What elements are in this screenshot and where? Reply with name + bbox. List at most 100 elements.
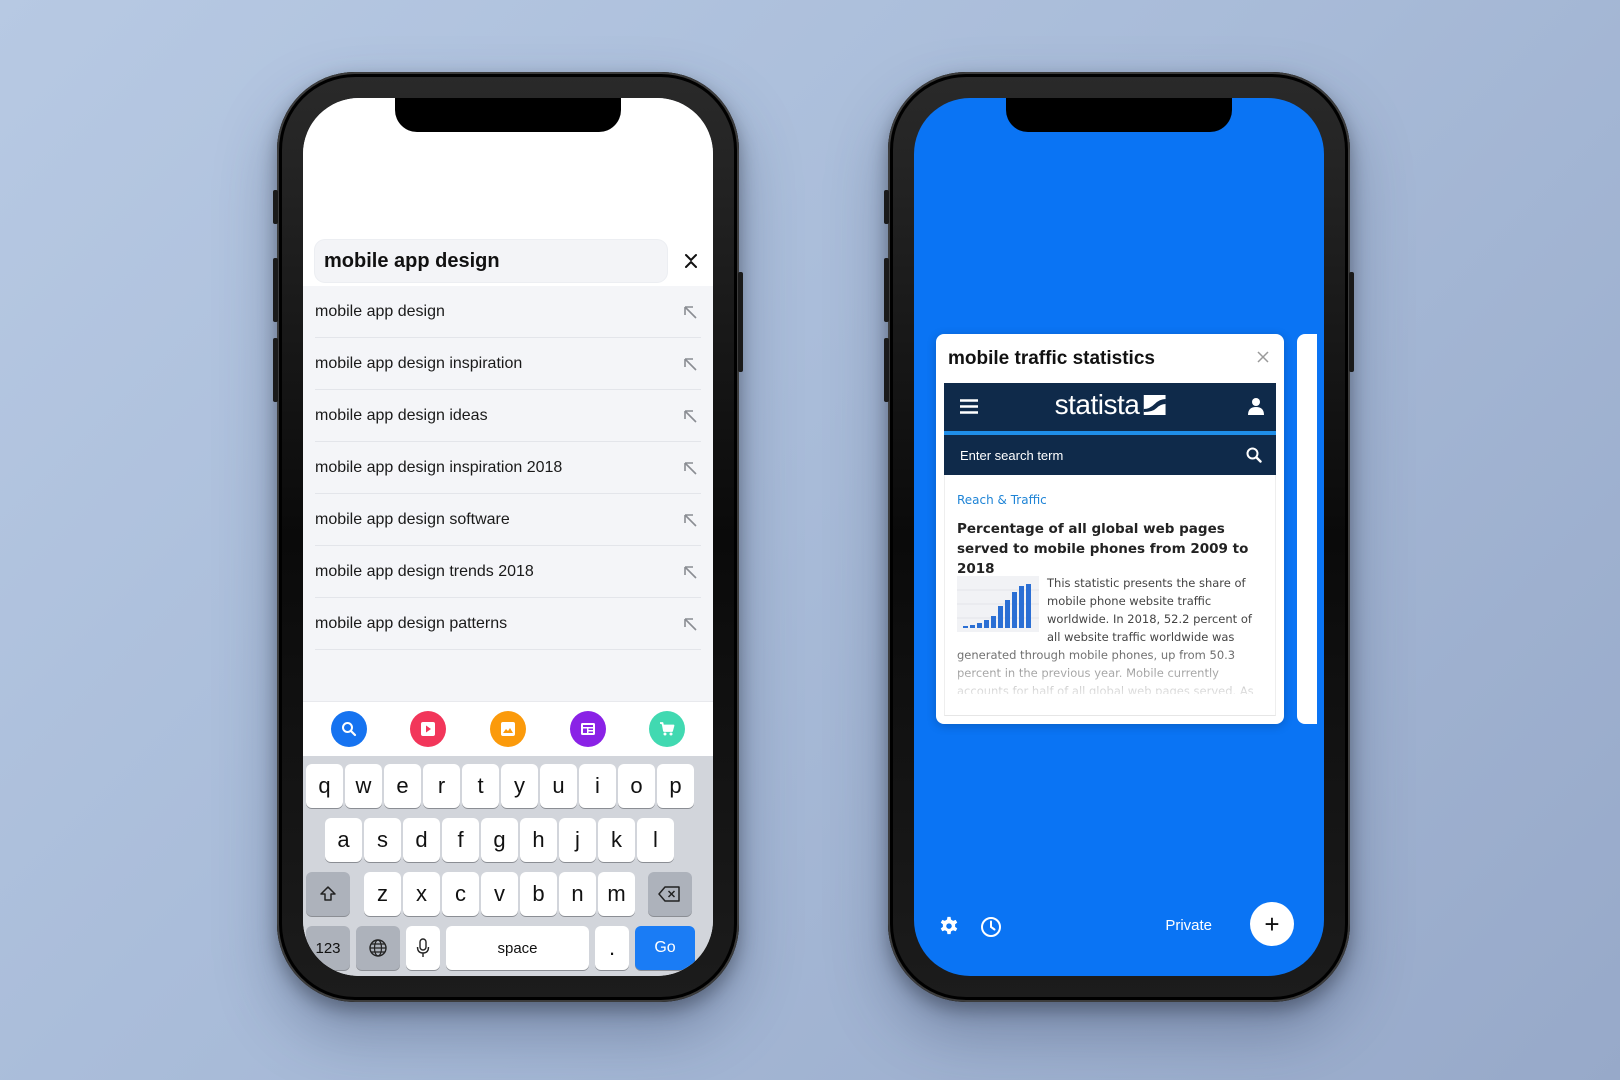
key-e[interactable]: e [384, 764, 421, 808]
globe-key[interactable] [356, 926, 400, 970]
tab-switcher-screen: mobile traffic statistics statista Enter… [914, 98, 1324, 976]
shift-icon [320, 886, 336, 901]
key-x[interactable]: x [403, 872, 440, 916]
key-g[interactable]: g [481, 818, 518, 862]
article-category: Reach & Traffic [957, 493, 1047, 507]
next-tab-card[interactable] [1297, 334, 1317, 724]
key-b[interactable]: b [520, 872, 557, 916]
key-s[interactable]: s [364, 818, 401, 862]
key-d[interactable]: d [403, 818, 440, 862]
fill-query-arrow-icon[interactable] [681, 615, 699, 633]
key-c[interactable]: c [442, 872, 479, 916]
key-h[interactable]: h [520, 818, 557, 862]
image-icon [500, 722, 515, 736]
mute-switch [884, 190, 889, 224]
notch [395, 98, 621, 132]
search-icon [341, 722, 356, 737]
key-o[interactable]: o [618, 764, 655, 808]
statista-header: statista [944, 383, 1276, 435]
period-key[interactable]: . [595, 926, 629, 970]
key-y[interactable]: y [501, 764, 538, 808]
collapse-button[interactable] [679, 248, 703, 274]
shopping-cart-icon [660, 722, 675, 736]
key-u[interactable]: u [540, 764, 577, 808]
backspace-key[interactable] [648, 872, 692, 916]
new-tab-button[interactable]: + [1250, 902, 1294, 946]
search-category-shopping[interactable] [649, 711, 686, 747]
suggestion-label: mobile app design trends 2018 [315, 562, 534, 580]
news-icon [580, 723, 595, 735]
phone-tabs: mobile traffic statistics statista Enter… [884, 72, 1354, 1002]
keyboard-row-2: a s d f g h j k l [303, 818, 713, 862]
search-icon [1246, 447, 1262, 463]
key-p[interactable]: p [657, 764, 694, 808]
statista-logo: statista [1055, 389, 1166, 421]
shift-key[interactable] [306, 872, 350, 916]
private-mode-toggle[interactable]: Private [1165, 917, 1212, 934]
bar-chart-thumbnail [957, 576, 1039, 632]
key-n[interactable]: n [559, 872, 596, 916]
side-button [1349, 272, 1354, 372]
suggestion-item[interactable]: mobile app design inspiration [315, 338, 701, 390]
key-q[interactable]: q [306, 764, 343, 808]
key-k[interactable]: k [598, 818, 635, 862]
fill-query-arrow-icon[interactable] [681, 303, 699, 321]
search-input[interactable]: mobile app design [315, 240, 667, 282]
key-w[interactable]: w [345, 764, 382, 808]
key-t[interactable]: t [462, 764, 499, 808]
space-key[interactable]: space [446, 926, 589, 970]
suggestion-item[interactable]: mobile app design patterns [315, 598, 701, 650]
suggestion-label: mobile app design [315, 302, 445, 320]
volume-up-button [884, 258, 889, 322]
fill-query-arrow-icon[interactable] [681, 511, 699, 529]
statista-search-placeholder: Enter search term [960, 447, 1064, 463]
search-category-news[interactable] [569, 711, 606, 747]
key-l[interactable]: l [637, 818, 674, 862]
tab-title: mobile traffic statistics [948, 348, 1155, 369]
go-key[interactable]: Go [635, 926, 695, 970]
settings-gear-icon[interactable] [938, 916, 960, 938]
fill-query-arrow-icon[interactable] [681, 459, 699, 477]
statista-search-bar: Enter search term [944, 435, 1276, 475]
suggestion-item[interactable]: mobile app design trends 2018 [315, 546, 701, 598]
key-r[interactable]: r [423, 764, 460, 808]
suggestion-list: mobile app design mobile app design insp… [303, 286, 713, 650]
key-i[interactable]: i [579, 764, 616, 808]
history-clock-icon[interactable] [980, 916, 1002, 938]
suggestion-item[interactable]: mobile app design ideas [315, 390, 701, 442]
key-a[interactable]: a [325, 818, 362, 862]
key-v[interactable]: v [481, 872, 518, 916]
tab-card[interactable]: mobile traffic statistics statista Enter… [936, 334, 1284, 724]
key-f[interactable]: f [442, 818, 479, 862]
suggestion-item[interactable]: mobile app design inspiration 2018 [315, 442, 701, 494]
dictation-key[interactable] [406, 926, 440, 970]
search-category-web[interactable] [330, 711, 367, 747]
user-account-icon [1248, 398, 1264, 415]
search-category-images[interactable] [489, 711, 526, 747]
article-headline: Percentage of all global web pages serve… [957, 521, 1249, 577]
statista-article: Reach & Traffic Percentage of all global… [944, 475, 1276, 716]
key-m[interactable]: m [598, 872, 635, 916]
statista-logo-mark [1143, 395, 1166, 415]
volume-up-button [273, 258, 278, 322]
collapse-icon [685, 254, 697, 268]
suggestion-label: mobile app design software [315, 510, 510, 528]
fill-query-arrow-icon[interactable] [681, 407, 699, 425]
fill-query-arrow-icon[interactable] [681, 563, 699, 581]
key-j[interactable]: j [559, 818, 596, 862]
suggestion-item[interactable]: mobile app design [315, 286, 701, 338]
keyboard-row-1: q w e r t y u i o p [303, 764, 713, 808]
key-z[interactable]: z [364, 872, 401, 916]
plus-icon: + [1264, 908, 1280, 939]
volume-down-button [884, 338, 889, 402]
suggestion-item[interactable]: mobile app design software [315, 494, 701, 546]
fill-query-arrow-icon[interactable] [681, 355, 699, 373]
statista-logo-text: statista [1054, 389, 1140, 420]
keyboard-row-4: 123 space . Go [303, 926, 713, 970]
numbers-key[interactable]: 123 [306, 926, 350, 970]
close-tab-icon[interactable] [1256, 350, 1270, 364]
search-category-videos[interactable] [410, 711, 447, 747]
suggestion-label: mobile app design patterns [315, 614, 508, 632]
notch [1006, 98, 1232, 132]
hamburger-menu-icon [960, 399, 978, 414]
